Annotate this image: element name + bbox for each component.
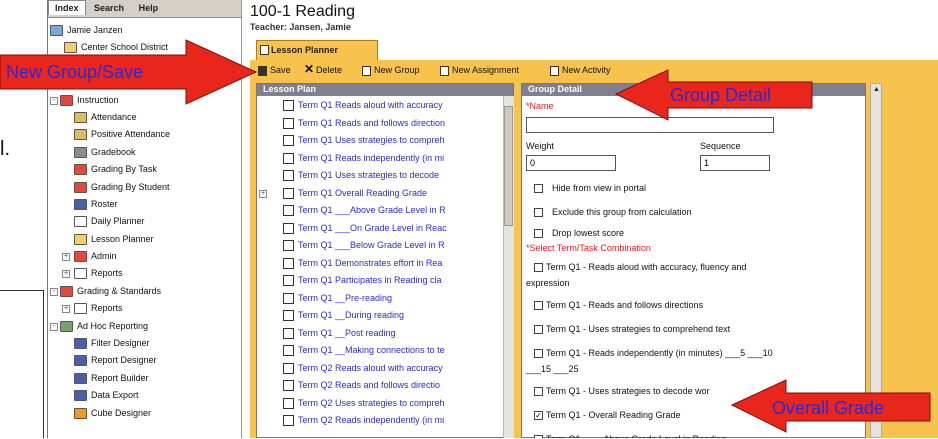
overall-grade-callout: Overall Grade [772,398,885,418]
group-detail-callout: Group Detail [670,85,772,105]
new-group-save-callout: New Group/Save [6,62,144,82]
